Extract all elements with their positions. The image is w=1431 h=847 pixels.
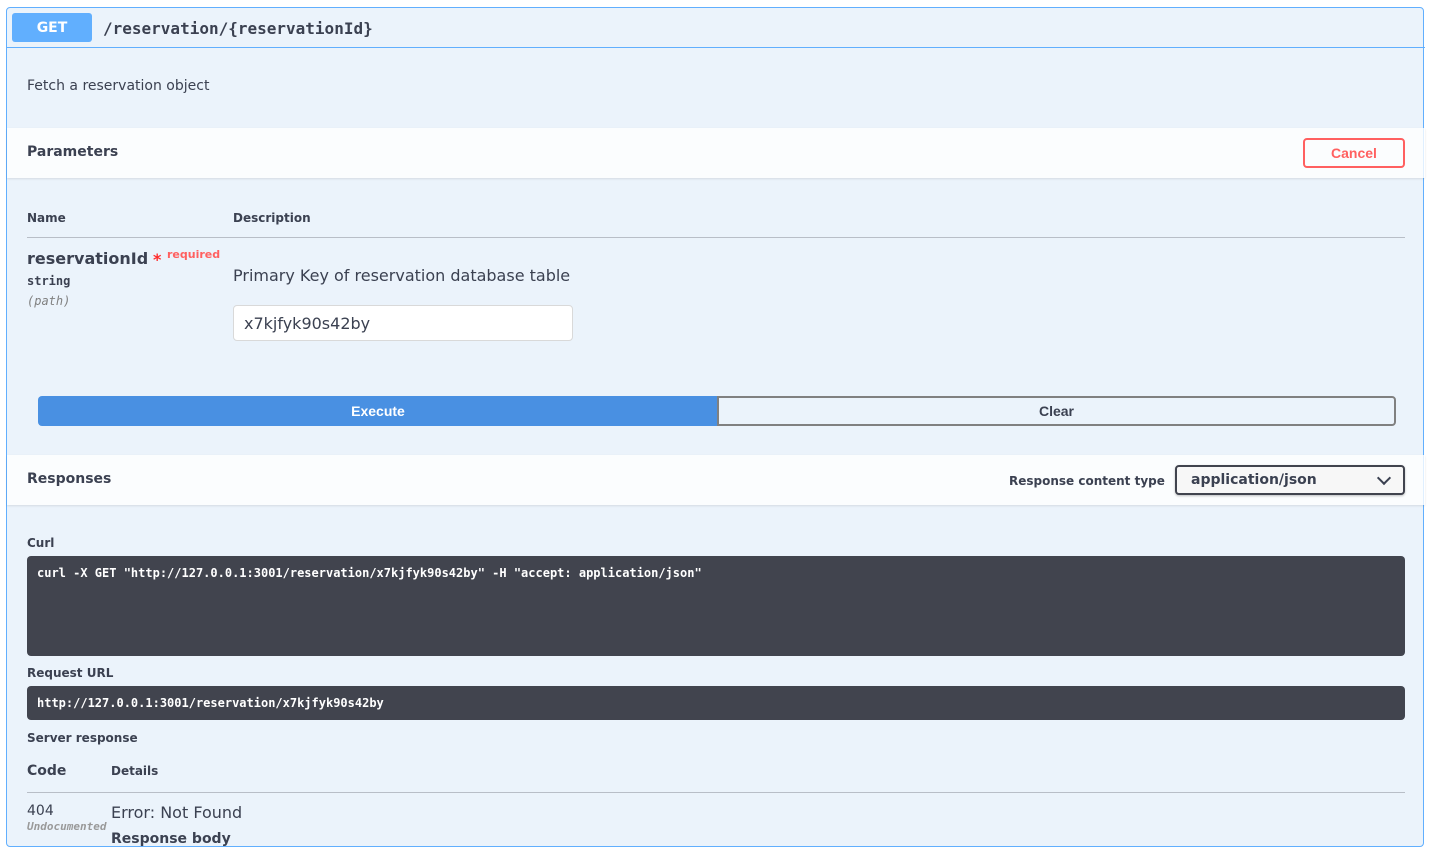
reservation-id-input[interactable] xyxy=(233,305,573,341)
response-details-header: Details xyxy=(111,764,159,778)
operation-block: GET /reservation/{reservationId} Fetch a… xyxy=(6,7,1425,847)
response-error-text: Error: Not Found xyxy=(111,803,243,822)
param-type: string xyxy=(27,274,71,288)
column-description-header: Description xyxy=(233,211,311,225)
request-url-block[interactable]: http://127.0.0.1:3001/reservation/x7kjfy… xyxy=(27,686,1405,720)
response-body-label: Response body xyxy=(111,831,231,847)
param-location: (path) xyxy=(27,294,71,308)
parameters-header: Parameters Cancel xyxy=(7,128,1425,178)
execute-button[interactable]: Execute xyxy=(38,396,718,426)
operation-summary[interactable]: GET /reservation/{reservationId} xyxy=(7,8,1425,48)
response-content-type-label: Response content type xyxy=(1009,474,1165,488)
cancel-button[interactable]: Cancel xyxy=(1303,138,1405,168)
parameters-divider xyxy=(27,237,1405,238)
chevron-down-icon xyxy=(1376,470,1392,486)
param-description: Primary Key of reservation database tabl… xyxy=(233,266,571,285)
response-code-header: Code xyxy=(27,763,67,779)
response-content-type-select[interactable]: application/json xyxy=(1175,465,1405,495)
curl-label: Curl xyxy=(27,536,55,550)
responses-divider xyxy=(27,792,1405,793)
operation-path[interactable]: /reservation/{reservationId} xyxy=(103,19,373,38)
response-undocumented: Undocumented xyxy=(27,820,107,833)
response-content-type-value: application/json xyxy=(1191,472,1317,488)
required-label: required xyxy=(167,248,221,261)
clear-button[interactable]: Clear xyxy=(717,396,1396,426)
request-url-label: Request URL xyxy=(27,666,114,680)
response-status-code: 404 xyxy=(27,803,54,819)
required-star: * xyxy=(153,250,162,269)
responses-title: Responses xyxy=(27,471,112,487)
server-response-label: Server response xyxy=(27,731,138,745)
parameters-title: Parameters xyxy=(27,144,119,160)
operation-description: Fetch a reservation object xyxy=(27,78,210,94)
method-badge[interactable]: GET xyxy=(12,13,92,42)
param-name: reservationId xyxy=(27,249,149,268)
curl-code-block[interactable]: curl -X GET "http://127.0.0.1:3001/reser… xyxy=(27,556,1405,656)
column-name-header: Name xyxy=(27,211,66,225)
